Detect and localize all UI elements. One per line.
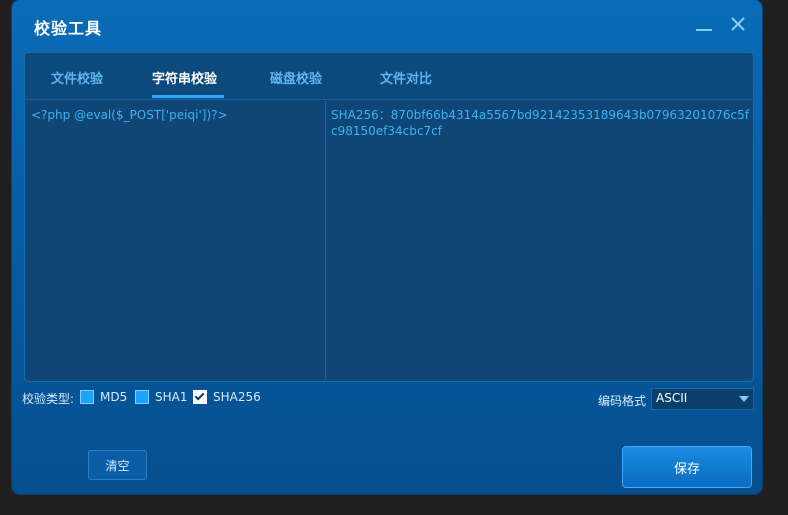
main-window: 校验工具 文件校验 字符串校验 磁盘校验 文件对比 <?php @eval($_… <box>12 0 762 494</box>
tab-file-compare[interactable]: 文件对比 <box>380 68 432 87</box>
chevron-down-icon <box>739 396 749 402</box>
window-title: 校验工具 <box>34 19 103 38</box>
save-button[interactable]: 保存 <box>622 446 752 488</box>
check-type-label: 校验类型: <box>22 392 75 406</box>
tab-disk-check[interactable]: 磁盘校验 <box>270 68 322 87</box>
minimize-button[interactable] <box>692 12 716 36</box>
encoding-select[interactable]: ASCII <box>651 388 754 410</box>
input-text: <?php @eval($_POST['peiqi'])?> <box>31 108 228 122</box>
output-textarea[interactable]: SHA256：870bf66b4314a5567bd92142353189643… <box>327 101 751 379</box>
sha256-label: SHA256 <box>213 390 261 404</box>
close-button[interactable] <box>726 12 750 36</box>
tab-bar: 文件校验 字符串校验 磁盘校验 文件对比 <box>25 53 753 100</box>
output-text: SHA256：870bf66b4314a5567bd92142353189643… <box>331 108 749 138</box>
tab-string-check[interactable]: 字符串校验 <box>152 68 217 87</box>
encoding-value: ASCII <box>656 391 688 405</box>
title-bar: 校验工具 <box>12 0 762 52</box>
sha256-checkbox[interactable] <box>193 390 207 404</box>
sha1-label: SHA1 <box>155 390 188 404</box>
input-textarea[interactable]: <?php @eval($_POST['peiqi'])?> <box>27 101 326 379</box>
close-icon <box>731 17 745 31</box>
md5-label: MD5 <box>100 390 128 404</box>
clear-button[interactable]: 清空 <box>88 450 147 480</box>
encoding-label: 编码格式 <box>598 394 647 408</box>
content-panel: 文件校验 字符串校验 磁盘校验 文件对比 <?php @eval($_POST[… <box>24 52 754 382</box>
sha1-checkbox[interactable] <box>135 390 149 404</box>
md5-checkbox[interactable] <box>80 390 94 404</box>
minimize-icon <box>696 29 712 31</box>
tab-file-check[interactable]: 文件校验 <box>51 68 103 87</box>
active-tab-indicator <box>152 95 224 98</box>
